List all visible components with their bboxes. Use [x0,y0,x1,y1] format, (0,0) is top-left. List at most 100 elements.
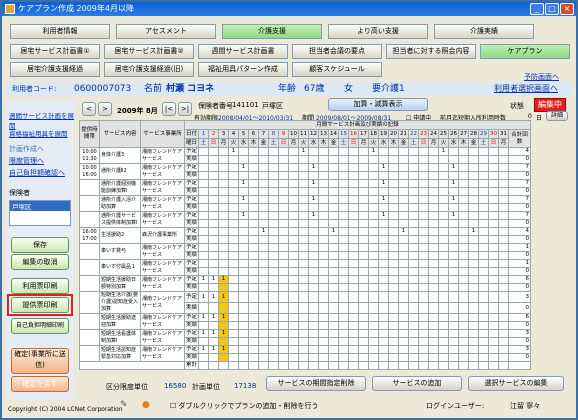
plan-cell[interactable] [368,291,380,303]
plan-cell[interactable] [328,179,340,188]
actual-cell[interactable] [348,171,360,180]
plan-cell[interactable] [348,227,360,236]
actual-cell[interactable] [358,321,370,330]
plan-cell[interactable] [338,291,350,303]
plan-cell[interactable] [268,259,280,268]
plan-cell[interactable] [388,345,400,354]
plan-cell[interactable] [338,345,350,354]
plan-cell[interactable] [468,195,480,204]
plan-cell[interactable]: 1 [378,163,390,172]
plan-cell[interactable] [308,275,320,284]
plan-cell[interactable]: 1 [398,227,410,236]
plan-cell[interactable] [488,163,500,172]
plan-cell[interactable] [198,147,210,156]
plan-cell[interactable]: 1 [468,227,480,236]
plan-cell[interactable] [478,275,490,284]
actual-cell[interactable] [348,321,360,330]
actual-cell[interactable] [288,321,300,330]
actual-cell[interactable] [318,203,330,212]
actual-cell[interactable] [418,321,430,330]
plan-cell[interactable]: 1 [198,345,210,354]
actual-cell[interactable] [358,337,370,346]
actual-cell[interactable] [348,203,360,212]
actual-cell[interactable] [368,283,380,292]
actual-cell[interactable] [398,155,410,164]
actual-cell[interactable] [378,302,390,314]
actual-cell[interactable] [298,251,310,260]
plan-cell[interactable] [448,227,460,236]
actual-cell[interactable] [308,337,320,346]
actual-cell[interactable] [438,267,450,276]
close-button[interactable]: × [560,3,574,15]
actual-cell[interactable] [248,235,260,244]
plan-cell[interactable] [398,179,410,188]
actual-cell[interactable] [418,171,430,180]
plan-cell[interactable] [318,345,330,354]
actual-cell[interactable] [318,302,330,314]
plan-cell[interactable] [488,227,500,236]
plan-cell[interactable] [448,345,460,354]
actual-cell[interactable] [468,337,480,346]
actual-cell[interactable] [248,219,260,228]
plan-cell[interactable] [328,259,340,268]
plan-cell[interactable] [208,259,220,268]
actual-cell[interactable] [448,155,460,164]
actual-cell[interactable] [498,219,510,228]
plan-cell[interactable] [388,275,400,284]
actual-cell[interactable] [318,353,330,362]
plan-cell[interactable] [418,345,430,354]
actual-cell[interactable] [308,187,320,196]
plan-cell[interactable] [218,211,230,220]
plan-cell[interactable] [438,211,450,220]
plan-cell[interactable]: 1 [258,227,270,236]
actual-cell[interactable] [498,203,510,212]
plan-cell[interactable] [458,179,470,188]
plan-cell[interactable] [248,179,260,188]
plan-cell[interactable]: 1 [228,147,240,156]
plan-cell[interactable] [288,163,300,172]
actual-cell[interactable] [388,171,400,180]
plan-cell[interactable] [388,179,400,188]
plan-cell[interactable] [268,163,280,172]
actual-cell[interactable] [428,171,440,180]
actual-cell[interactable] [298,155,310,164]
plan-cell[interactable] [358,259,370,268]
plan-cell[interactable] [438,163,450,172]
plan-cell[interactable] [228,163,240,172]
plan-cell[interactable] [428,243,440,252]
plan-cell[interactable] [258,243,270,252]
plan-cell[interactable] [278,147,290,156]
actual-cell[interactable] [208,171,220,180]
actual-cell[interactable] [368,302,380,314]
plan-cell[interactable] [398,163,410,172]
actual-cell[interactable] [468,321,480,330]
actual-cell[interactable] [218,235,230,244]
actual-cell[interactable] [498,267,510,276]
actual-cell[interactable] [288,187,300,196]
actual-cell[interactable] [488,337,500,346]
plan-cell[interactable] [228,195,240,204]
plan-cell[interactable] [458,275,470,284]
plan-cell[interactable] [408,163,420,172]
plan-cell[interactable] [268,243,280,252]
plan-cell[interactable]: 1 [218,329,230,338]
actual-cell[interactable] [248,267,260,276]
plan-cell[interactable] [468,329,480,338]
actual-cell[interactable] [338,187,350,196]
actual-cell[interactable] [378,321,390,330]
actual-cell[interactable] [288,171,300,180]
nav-user-info[interactable]: 利用者情報 [10,24,110,39]
plan-cell[interactable] [468,275,480,284]
plan-cell[interactable] [258,211,270,220]
row-service[interactable]: 通所介護Ⅱ2 [99,163,141,180]
actual-cell[interactable] [478,321,490,330]
actual-cell[interactable] [468,302,480,314]
actual-cell[interactable] [258,219,270,228]
actual-cell[interactable] [328,235,340,244]
plan-cell[interactable] [358,329,370,338]
actual-cell[interactable] [448,283,460,292]
plan-cell[interactable] [438,259,450,268]
plan-cell[interactable] [458,163,470,172]
plan-cell[interactable] [398,259,410,268]
table-row[interactable]: 10:00 16:00 通所介護Ⅱ2 湘南フレンドケアサービス 予定 1 1 1 1 7 [79,163,532,180]
